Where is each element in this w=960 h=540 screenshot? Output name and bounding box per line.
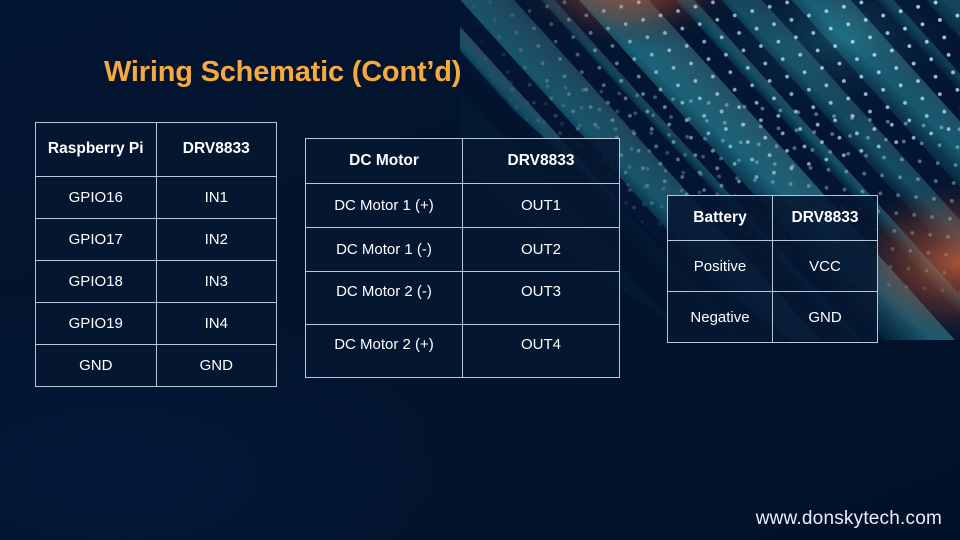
table-row: Negative GND (667, 291, 878, 343)
table-cell: OUT3 (462, 271, 620, 325)
table-cell: DC Motor 2 (-) (305, 271, 463, 325)
table-cell: DC Motor 1 (-) (305, 227, 463, 272)
table-cell: IN1 (155, 176, 277, 219)
table-cell: Positive (667, 240, 773, 292)
table-cell: GPIO19 (35, 302, 157, 345)
slide-canvas: Wiring Schematic (Cont’d) Raspberry Pi D… (0, 0, 960, 540)
column-header: DRV8833 (772, 195, 878, 241)
table-cell: VCC (772, 240, 878, 292)
table-cell: Negative (667, 291, 773, 343)
page-title: Wiring Schematic (Cont’d) (104, 56, 462, 88)
table-row: DC Motor 2 (+) OUT4 (305, 324, 620, 378)
table-raspberry-pi-to-drv8833: Raspberry Pi DRV8833 GPIO16 IN1 GPIO17 I… (35, 122, 277, 387)
table-cell: DC Motor 2 (+) (305, 324, 463, 378)
table-row: Positive VCC (667, 240, 878, 292)
table-row: GPIO16 IN1 (35, 176, 277, 219)
table-row: GPIO18 IN3 (35, 260, 277, 303)
table-row: GPIO17 IN2 (35, 218, 277, 261)
table-row: DC Motor 1 (-) OUT2 (305, 227, 620, 272)
column-header: DC Motor (305, 138, 463, 184)
column-header: Battery (667, 195, 773, 241)
table-battery-to-drv8833: Battery DRV8833 Positive VCC Negative GN… (667, 195, 878, 343)
table-header-row: DC Motor DRV8833 (305, 138, 620, 184)
table-cell: GND (772, 291, 878, 343)
table-cell: IN4 (155, 302, 277, 345)
column-header: DRV8833 (155, 122, 277, 177)
table-row: DC Motor 1 (+) OUT1 (305, 183, 620, 228)
table-cell: OUT2 (462, 227, 620, 272)
table-row: GPIO19 IN4 (35, 302, 277, 345)
table-cell: GPIO17 (35, 218, 157, 261)
table-cell: GND (35, 344, 157, 387)
table-dc-motor-to-drv8833: DC Motor DRV8833 DC Motor 1 (+) OUT1 DC … (305, 138, 620, 378)
table-row: GND GND (35, 344, 277, 387)
table-cell: GND (155, 344, 277, 387)
column-header: Raspberry Pi (35, 122, 157, 177)
table-cell: IN3 (155, 260, 277, 303)
table-cell: GPIO18 (35, 260, 157, 303)
table-cell: OUT1 (462, 183, 620, 228)
table-row: DC Motor 2 (-) OUT3 (305, 271, 620, 325)
footer-website-url: www.donskytech.com (755, 508, 942, 529)
table-cell: OUT4 (462, 324, 620, 378)
table-cell: GPIO16 (35, 176, 157, 219)
table-header-row: Battery DRV8833 (667, 195, 878, 241)
table-header-row: Raspberry Pi DRV8833 (35, 122, 277, 177)
table-cell: DC Motor 1 (+) (305, 183, 463, 228)
column-header: DRV8833 (462, 138, 620, 184)
table-cell: IN2 (155, 218, 277, 261)
